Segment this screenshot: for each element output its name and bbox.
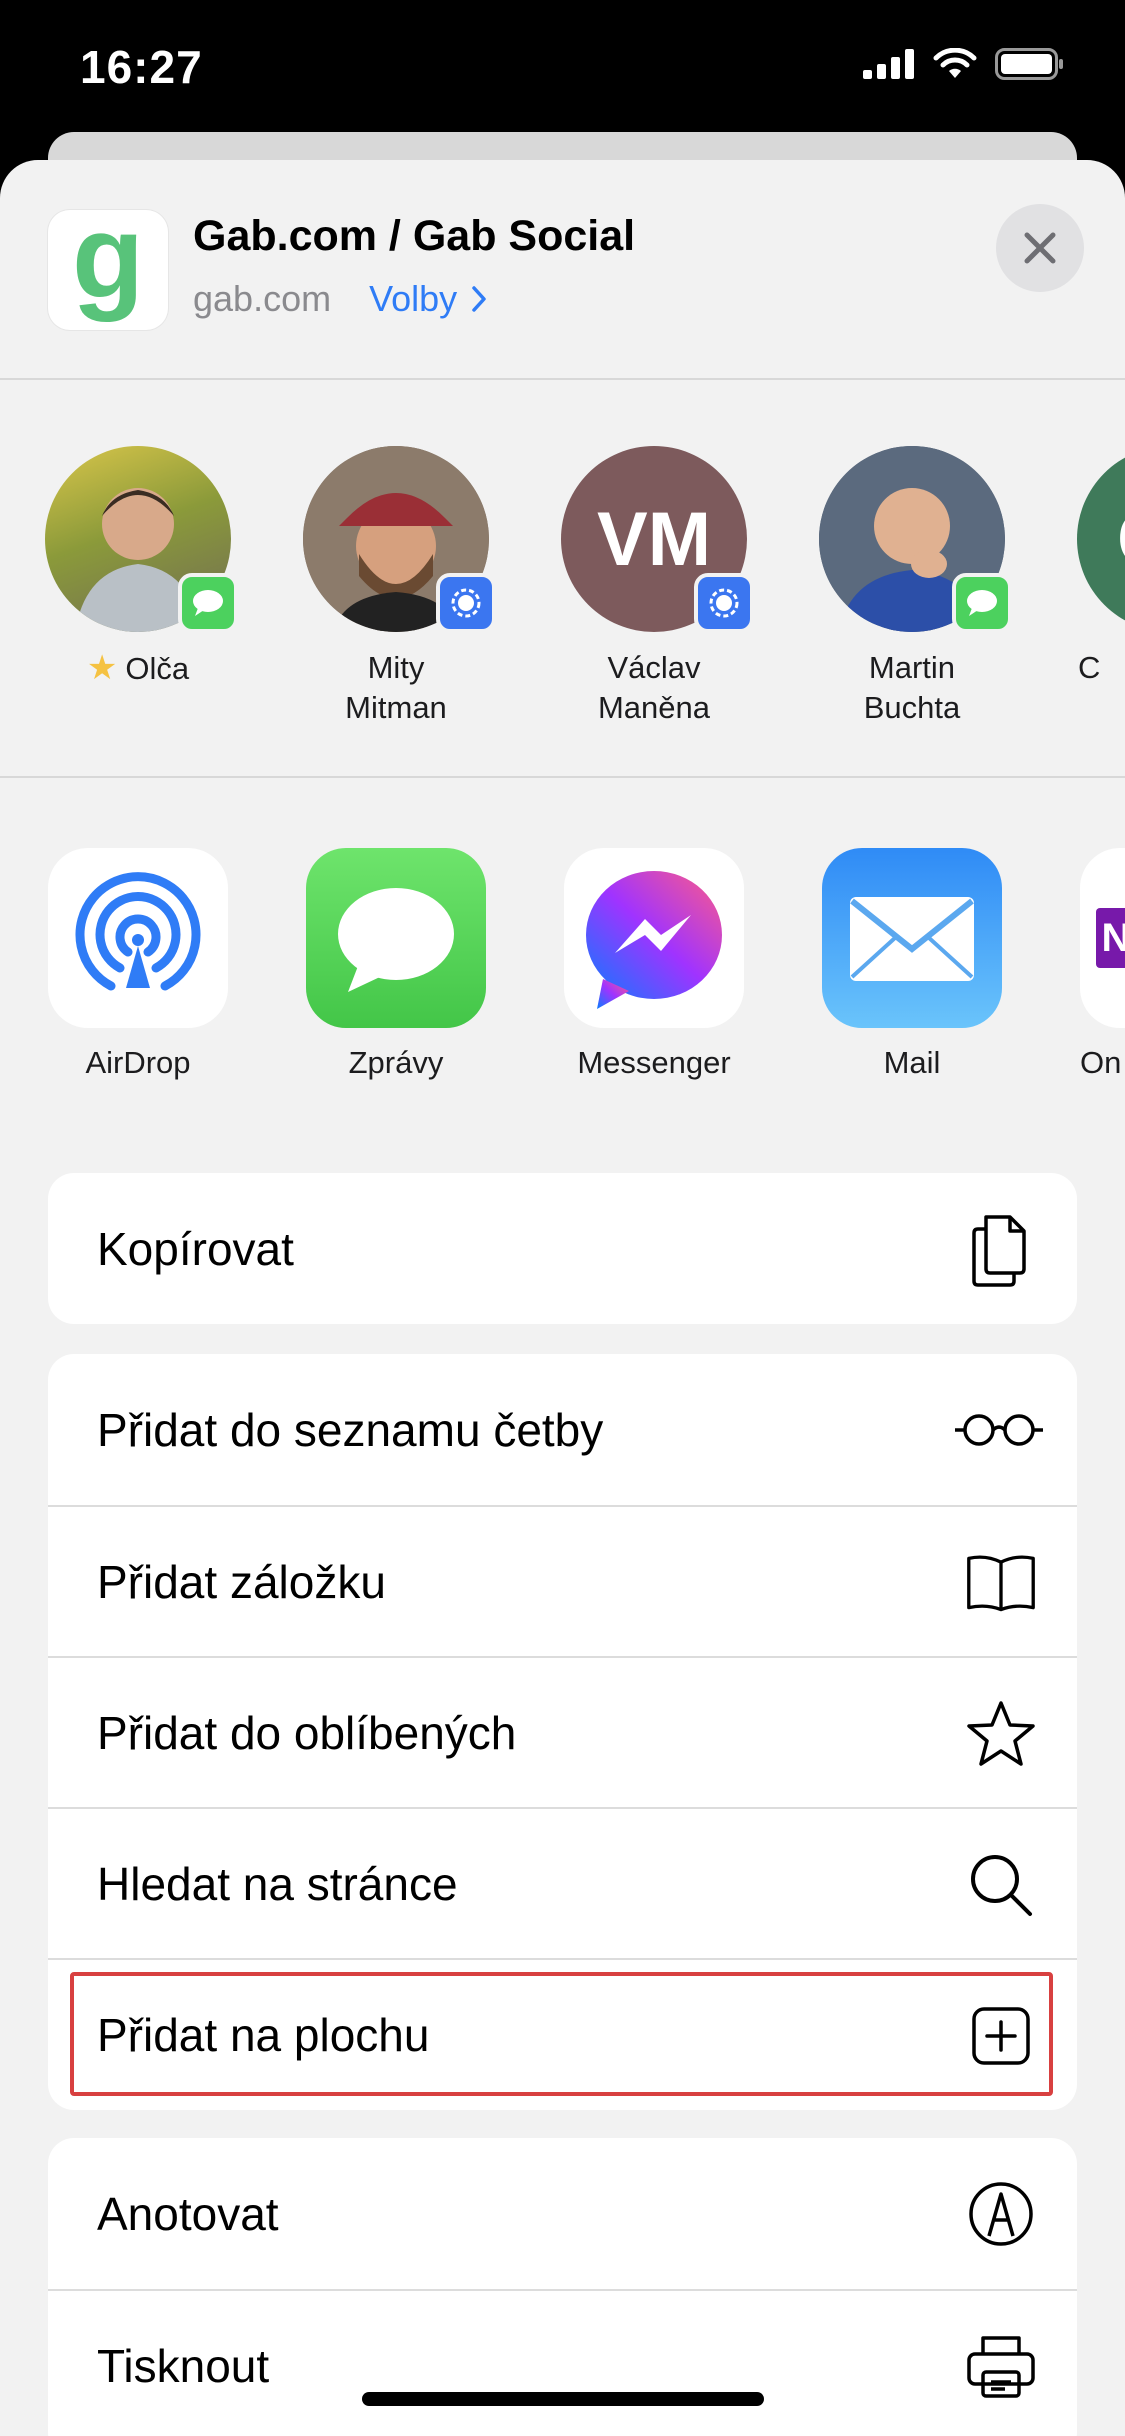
app-label: Zprávy bbox=[348, 1045, 444, 1080]
share-sheet-header: g Gab.com / Gab Social gab.com Volby bbox=[0, 160, 1125, 378]
status-icons bbox=[863, 48, 1065, 80]
add-square-icon bbox=[965, 2000, 1037, 2072]
action-label: Přidat na plochu bbox=[97, 2008, 430, 2061]
onenote-icon: N bbox=[1080, 848, 1125, 1028]
contact-name: Mity Mitman bbox=[345, 650, 447, 725]
app-label: AirDrop bbox=[85, 1045, 191, 1080]
avatar-initials: VM bbox=[597, 496, 711, 582]
action-label: Tisknout bbox=[97, 2339, 270, 2392]
action-label: Přidat záložku bbox=[97, 1555, 386, 1608]
options-button[interactable]: Volby bbox=[369, 278, 487, 320]
app-label: On bbox=[1080, 1045, 1122, 1080]
chevron-right-icon bbox=[472, 286, 486, 312]
page-domain: gab.com bbox=[193, 278, 332, 319]
action-print[interactable]: Tisknout bbox=[48, 2289, 1077, 2436]
favorite-star-icon: ★ bbox=[86, 649, 118, 687]
home-indicator[interactable] bbox=[362, 2392, 764, 2406]
header-subtitle: gab.com Volby bbox=[193, 278, 487, 320]
page-title: Gab.com / Gab Social bbox=[193, 212, 636, 260]
signal-badge-icon bbox=[694, 573, 754, 633]
app-label: Messenger bbox=[577, 1045, 731, 1080]
messages-badge-icon bbox=[178, 573, 238, 633]
actions-group-page: Přidat do seznamu četby Přidat záložku P… bbox=[48, 1354, 1077, 2110]
action-add-to-home-screen[interactable]: Přidat na plochu bbox=[48, 1958, 1077, 2109]
wifi-icon bbox=[933, 48, 977, 78]
contact-name: ★ Olča bbox=[86, 649, 190, 687]
status-time: 16:27 bbox=[80, 41, 203, 93]
mail-icon bbox=[822, 848, 1002, 1028]
action-label: Anotovat bbox=[97, 2187, 279, 2240]
close-icon bbox=[1024, 232, 1056, 264]
contact-name: Martin Buchta bbox=[863, 650, 961, 725]
action-copy[interactable]: Kopírovat bbox=[48, 1173, 1077, 1324]
app-label: Mail bbox=[883, 1045, 941, 1080]
action-add-bookmark[interactable]: Přidat záložku bbox=[48, 1505, 1077, 1656]
contact-name: C bbox=[1078, 650, 1101, 685]
contact-name: Václav Maněna bbox=[597, 650, 711, 725]
avatar: C bbox=[1077, 446, 1125, 632]
status-bar: 16:27 bbox=[0, 0, 1125, 135]
markup-icon bbox=[965, 2178, 1037, 2250]
site-icon: g bbox=[48, 198, 168, 330]
apps-row: AirDrop Zprávy Messenger Mail N On bbox=[0, 777, 1125, 1237]
action-markup[interactable]: Anotovat bbox=[48, 2138, 1077, 2289]
avatar-initials: C bbox=[1117, 496, 1125, 583]
action-add-favorites[interactable]: Přidat do oblíbených bbox=[48, 1656, 1077, 1807]
action-label: Přidat do oblíbených bbox=[97, 1706, 517, 1759]
contacts-row: ★ Olča Mity Mitman VM Václav Maněna Mart… bbox=[0, 378, 1125, 776]
book-icon bbox=[965, 1547, 1037, 1619]
options-label: Volby bbox=[369, 278, 458, 319]
cellular-signal-icon bbox=[863, 49, 914, 79]
signal-badge-icon bbox=[436, 573, 496, 633]
action-label: Přidat do seznamu četby bbox=[97, 1403, 604, 1456]
battery-icon bbox=[995, 48, 1063, 80]
share-sheet: g Gab.com / Gab Social gab.com Volby ★ O… bbox=[0, 160, 1125, 2436]
messages-icon bbox=[306, 848, 486, 1028]
action-add-reading-list[interactable]: Přidat do seznamu četby bbox=[48, 1354, 1077, 1505]
messenger-icon bbox=[564, 848, 744, 1028]
action-label: Kopírovat bbox=[97, 1222, 294, 1275]
action-find-on-page[interactable]: Hledat na stránce bbox=[48, 1807, 1077, 1958]
airdrop-icon bbox=[48, 848, 228, 1028]
copy-icon bbox=[965, 1213, 1037, 1287]
printer-icon bbox=[965, 2331, 1037, 2403]
close-button[interactable] bbox=[996, 204, 1084, 292]
messages-badge-icon bbox=[952, 573, 1012, 633]
actions-group-copy: Kopírovat bbox=[48, 1173, 1077, 1324]
search-icon bbox=[965, 1849, 1037, 1921]
site-icon-letter: g bbox=[71, 191, 145, 323]
glasses-icon bbox=[951, 1394, 1047, 1466]
star-icon bbox=[965, 1698, 1037, 1770]
action-label: Hledat na stránce bbox=[97, 1857, 458, 1910]
